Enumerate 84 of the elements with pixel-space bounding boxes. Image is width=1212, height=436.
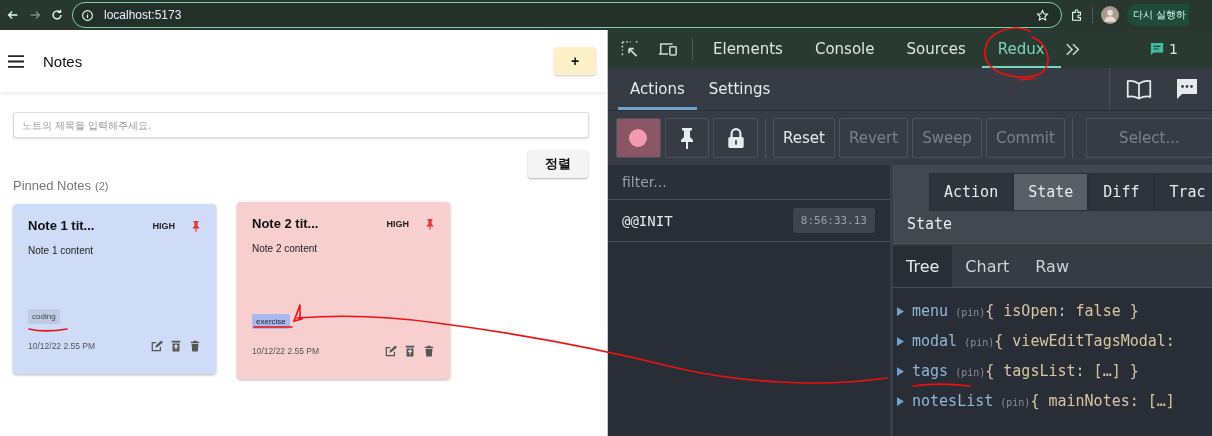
expand-icon[interactable] bbox=[897, 307, 904, 316]
view-tab[interactable]: Tree bbox=[893, 246, 953, 287]
edit-icon[interactable] bbox=[385, 345, 397, 357]
subpanel-tab[interactable]: Settings bbox=[696, 68, 783, 110]
underline-mark bbox=[912, 383, 971, 387]
archive-icon[interactable] bbox=[170, 340, 182, 352]
tree-key[interactable]: menu bbox=[912, 302, 949, 320]
address-bar[interactable]: localhost:5173 bbox=[72, 2, 1062, 28]
puzzle-icon[interactable] bbox=[1070, 8, 1084, 22]
trash-icon[interactable] bbox=[189, 340, 201, 352]
edit-icon[interactable] bbox=[151, 340, 163, 352]
devtools-tab[interactable]: Console bbox=[798, 30, 891, 68]
tree-key[interactable]: tags bbox=[912, 362, 949, 380]
chat-icon[interactable] bbox=[1174, 78, 1200, 100]
note-content: Note 2 content bbox=[252, 243, 319, 254]
action-name: @@INIT bbox=[622, 212, 673, 229]
relaunch-button[interactable]: 다시 실행하 bbox=[1127, 4, 1190, 26]
pin-label: (pin) bbox=[1000, 397, 1031, 408]
tag-chip[interactable]: coding bbox=[28, 309, 60, 324]
forward-icon[interactable] bbox=[28, 8, 42, 22]
monitor-tab[interactable]: Diff bbox=[1088, 173, 1155, 211]
priority-label: HIGH bbox=[152, 220, 175, 231]
tree-value: { isOpen: false } bbox=[985, 302, 1139, 320]
underline-mark bbox=[253, 326, 293, 328]
search-field[interactable]: 노트의 제목을 입력해주세요. bbox=[13, 112, 589, 138]
archive-icon[interactable] bbox=[404, 345, 416, 357]
avatar-icon[interactable] bbox=[1101, 6, 1119, 24]
priority-label: HIGH bbox=[386, 218, 409, 229]
book-icon[interactable] bbox=[1126, 78, 1152, 100]
view-tab[interactable]: Raw bbox=[1022, 246, 1082, 287]
panel-title: State bbox=[907, 215, 954, 233]
monitor-tab[interactable]: State bbox=[1013, 173, 1089, 211]
message-icon[interactable] bbox=[1150, 42, 1165, 56]
reload-icon[interactable] bbox=[50, 8, 64, 22]
devtools-tab[interactable]: Redux bbox=[981, 30, 1061, 68]
url-text: localhost:5173 bbox=[104, 8, 182, 22]
record-button[interactable] bbox=[616, 118, 661, 158]
expand-icon[interactable] bbox=[897, 337, 904, 346]
monitor-tab[interactable]: Trac bbox=[1154, 173, 1212, 211]
lock-button[interactable] bbox=[713, 118, 759, 158]
section-title: Pinned Notes bbox=[13, 178, 92, 193]
pin-button[interactable] bbox=[664, 118, 710, 158]
devtools-tab[interactable]: Elements bbox=[697, 30, 799, 68]
tree-value: { tagsList: […] } bbox=[985, 362, 1139, 380]
info-icon bbox=[81, 8, 94, 22]
view-tab[interactable]: Chart bbox=[952, 246, 1023, 287]
pin-icon[interactable] bbox=[425, 217, 435, 230]
expand-icon[interactable] bbox=[897, 367, 904, 376]
pin-label: (pin) bbox=[964, 337, 995, 348]
star-icon[interactable] bbox=[1036, 8, 1049, 22]
back-icon[interactable] bbox=[6, 8, 20, 22]
pin-label: (pin) bbox=[955, 367, 986, 378]
note-date: 10/12/22 2.55 PM bbox=[252, 346, 320, 356]
expand-icon[interactable] bbox=[897, 397, 904, 406]
tree-value: { viewEditTagsModal: bbox=[994, 332, 1175, 350]
note-card[interactable]: Note 2 tit... HIGH Note 2 content exercise 10/12/22 2.55 PM bbox=[237, 202, 450, 379]
toolbar-button[interactable]: Reset bbox=[773, 118, 835, 158]
sort-button[interactable]: 정렬 bbox=[528, 150, 588, 178]
note-card[interactable]: Note 1 tit... HIGH Note 1 content coding 10/12/22 2.55 PM bbox=[13, 204, 216, 374]
pin-icon[interactable] bbox=[191, 219, 201, 232]
inspect-icon[interactable] bbox=[620, 39, 640, 59]
app-title: Notes bbox=[43, 52, 83, 70]
trash-icon[interactable] bbox=[423, 345, 435, 357]
menu-icon[interactable] bbox=[8, 54, 24, 68]
chevrons-icon[interactable] bbox=[1064, 42, 1081, 56]
tree-key[interactable]: modal bbox=[912, 332, 958, 350]
note-count: (2) bbox=[95, 180, 109, 192]
circle-mark bbox=[984, 27, 1049, 81]
note-title: Note 1 tit... bbox=[28, 218, 96, 233]
add-note-button[interactable]: + bbox=[554, 47, 596, 75]
issues-count: 1 bbox=[1169, 41, 1178, 57]
underline-mark bbox=[28, 328, 68, 332]
subpanel-tab[interactable]: Actions bbox=[618, 68, 697, 110]
lock-icon bbox=[726, 127, 745, 149]
tree-value: { mainNotes: […] bbox=[1030, 392, 1175, 410]
monitor-tab[interactable]: Action bbox=[929, 173, 1014, 211]
note-content: Note 1 content bbox=[28, 245, 95, 256]
note-title: Note 2 tit... bbox=[252, 216, 320, 231]
pin-label: (pin) bbox=[955, 307, 986, 318]
note-date: 10/12/22 2.55 PM bbox=[28, 341, 96, 351]
devtools-tab[interactable]: Sources bbox=[890, 30, 982, 68]
tree-key[interactable]: notesList bbox=[912, 392, 994, 410]
action-time: 8:56:33.13 bbox=[792, 208, 875, 233]
action-item[interactable]: @@INIT 8:56:33.13 bbox=[608, 200, 890, 242]
